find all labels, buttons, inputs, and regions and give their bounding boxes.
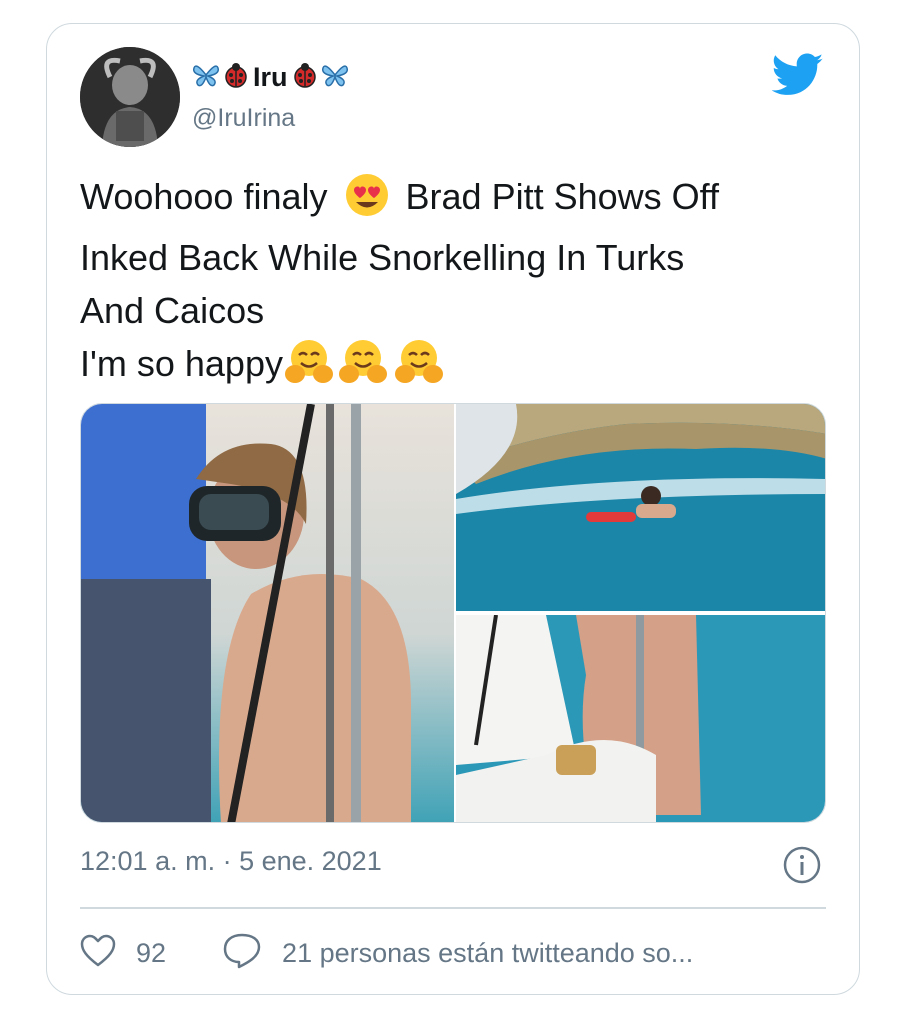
retweeting-count-text[interactable]: 21 personas están twitteando so...: [282, 938, 693, 969]
media-grid[interactable]: [80, 403, 826, 823]
display-name[interactable]: Iru: [192, 60, 349, 94]
tweet-text-line: Inked Back While Snorkelling In Turks: [80, 237, 685, 278]
butterfly-icon: [192, 62, 220, 93]
info-icon[interactable]: [782, 845, 822, 885]
avatar[interactable]: [80, 47, 180, 147]
reply-bubble-icon[interactable]: [222, 932, 262, 975]
hugging-face-emoji-icon: [283, 338, 335, 398]
photo-main[interactable]: [81, 404, 454, 822]
butterfly-icon: [321, 62, 349, 93]
hugging-face-emoji-icon: [335, 338, 391, 398]
tweet-text-line: Brad Pitt Shows Off: [405, 176, 720, 217]
heart-icon[interactable]: [80, 934, 116, 973]
tweet-text-line: Woohooo finaly: [80, 176, 328, 217]
tweet-text: Woohooo finaly Brad Pitt Shows Off Inked…: [80, 170, 840, 398]
heart-eyes-emoji-icon: [338, 173, 396, 231]
tweet-actions: 92 21 personas están twitteando so...: [80, 928, 693, 978]
like-count[interactable]: 92: [136, 938, 166, 969]
ladybug-icon: [291, 62, 319, 93]
tweet-timestamp[interactable]: 12:01 a. m. · 5 ene. 2021: [80, 846, 382, 877]
tweet-text-line: And Caicos: [80, 290, 265, 331]
display-name-text: Iru: [253, 61, 288, 92]
twitter-bird-icon[interactable]: [771, 53, 824, 97]
photo-top-right[interactable]: [456, 404, 825, 611]
photo-bottom-right[interactable]: [456, 615, 825, 822]
hugging-face-emoji-icon: [391, 338, 447, 398]
divider: [80, 907, 826, 909]
ladybug-icon: [222, 62, 250, 93]
user-handle[interactable]: @IruIrina: [192, 104, 295, 133]
tweet-text-line: I'm so happy: [80, 343, 283, 384]
